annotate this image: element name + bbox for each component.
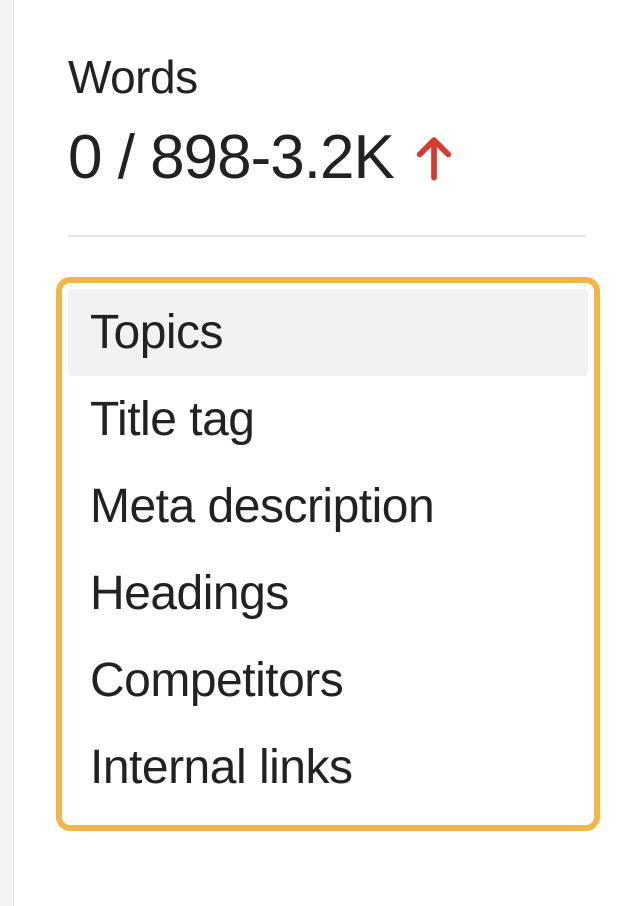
menu-item-internal-links[interactable]: Internal links — [68, 724, 588, 811]
content-area: Words 0 / 898-3.2K Topics Title tag Meta… — [0, 0, 622, 831]
menu-item-competitors[interactable]: Competitors — [68, 637, 588, 724]
words-label: Words — [68, 50, 586, 104]
menu-item-topics[interactable]: Topics — [68, 289, 588, 376]
arrow-up-icon — [412, 133, 456, 183]
menu-item-headings[interactable]: Headings — [68, 550, 588, 637]
words-value-row: 0 / 898-3.2K — [68, 122, 586, 193]
words-value: 0 / 898-3.2K — [68, 122, 394, 193]
menu-item-meta-description[interactable]: Meta description — [68, 463, 588, 550]
menu-item-title-tag[interactable]: Title tag — [68, 376, 588, 463]
divider — [68, 235, 586, 237]
sidebar-edge — [0, 0, 14, 906]
menu-box: Topics Title tag Meta description Headin… — [56, 277, 600, 831]
